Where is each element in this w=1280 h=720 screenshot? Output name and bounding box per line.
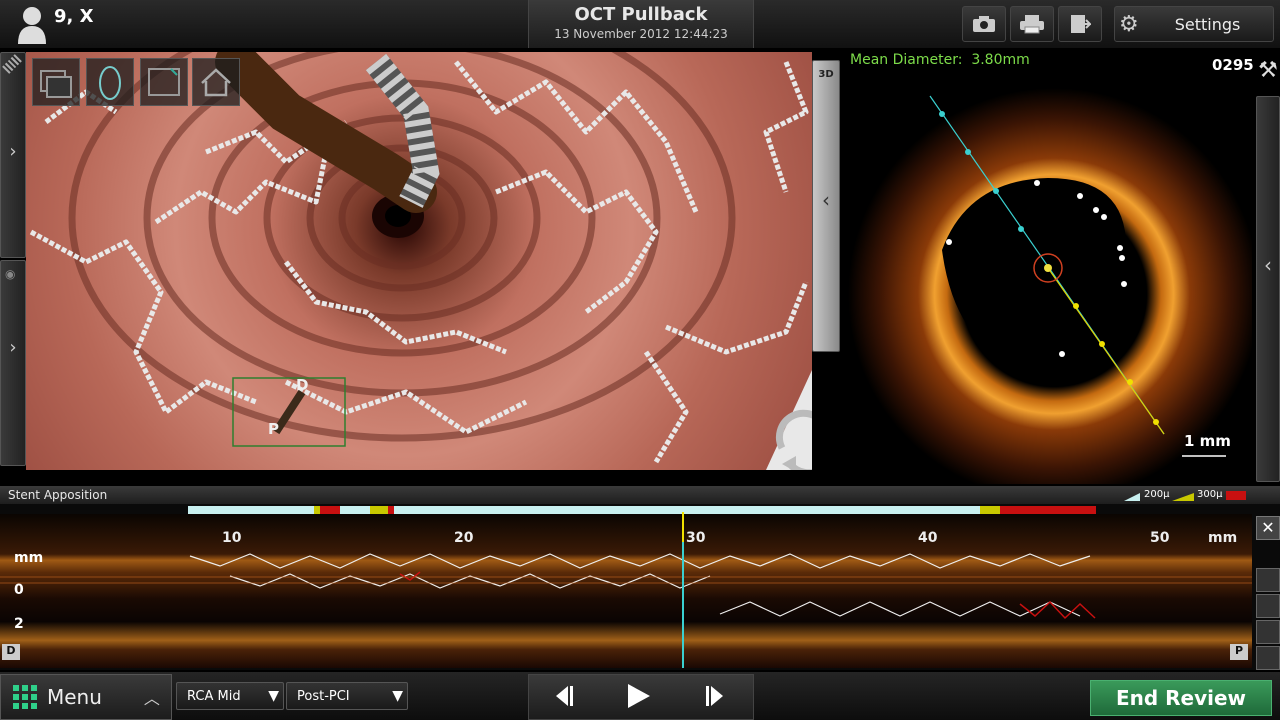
depth-label-0: 0 (14, 582, 24, 598)
stent-apposition-label: Stent Apposition (8, 488, 108, 502)
eye-icon: ◉ (5, 267, 16, 281)
step-forward-button[interactable] (700, 684, 732, 708)
lmode-struts (0, 553, 1252, 620)
lmode-tool-3[interactable] (1256, 620, 1280, 644)
lmode-tool-2[interactable] (1256, 594, 1280, 618)
right-side-panel-tab[interactable]: ‹ (1256, 96, 1280, 482)
rotate-button[interactable] (772, 408, 812, 470)
menu-label: Menu (47, 685, 102, 709)
datetime: 13 November 2012 12:44:23 (554, 27, 728, 41)
close-icon: ✕ (1261, 518, 1275, 537)
lmode-image[interactable] (0, 514, 1252, 668)
mm-label-top: mm (14, 550, 44, 566)
legend-red-swatch (1226, 491, 1246, 500)
grid-icon (13, 685, 37, 709)
print-button[interactable] (1010, 6, 1054, 42)
menu-button[interactable]: Menu ︿ (0, 674, 172, 720)
dropdown-arrow-icon: ▼ (268, 688, 279, 704)
stage-select[interactable]: Post-PCI ▼ (286, 682, 408, 710)
app-title: OCT Pullback (574, 4, 708, 25)
layers-view-button[interactable] (32, 58, 80, 106)
play-icon (628, 684, 650, 708)
chevron-right-icon: › (9, 337, 17, 358)
3d-mode-label: 3D (818, 69, 834, 80)
user-avatar-icon (16, 4, 48, 44)
chevron-up-icon: ︿ (143, 689, 160, 708)
step-back-icon (556, 686, 573, 706)
section-icon (148, 68, 180, 96)
tick-50: 50 (1150, 530, 1170, 546)
apposition-bar-yellow (370, 506, 388, 514)
legend-cyan-swatch (1124, 493, 1140, 501)
user-name: 9, X (54, 6, 94, 27)
marker-d: D (296, 376, 309, 394)
depth-label-2: 2 (14, 616, 24, 632)
play-button[interactable] (624, 682, 654, 710)
lmode-tool-1[interactable] (1256, 568, 1280, 592)
section-view-button[interactable] (140, 58, 188, 106)
printer-icon (1020, 15, 1044, 34)
vessel-view-button[interactable] (86, 58, 134, 106)
apposition-bar-red (388, 506, 394, 514)
home-view-button[interactable] (192, 58, 240, 106)
left-measure-tab[interactable]: › (0, 52, 26, 258)
tick-40: 40 (918, 530, 938, 546)
camera-icon (973, 16, 995, 32)
stage-select-value: Post-PCI (297, 688, 350, 704)
end-review-button[interactable]: End Review (1090, 680, 1272, 716)
ruler-icon (2, 54, 22, 74)
oct-cross-section[interactable]: Mean Diameter: 3.80mm 0295 1 mm (848, 50, 1260, 500)
frame-cursor-top (682, 512, 684, 542)
longitudinal-panel: Stent Apposition 200µ 300µ mm 0 2 10 20 … (0, 486, 1280, 670)
vessel-select[interactable]: RCA Mid ▼ (176, 682, 284, 710)
title-box: OCT Pullback 13 November 2012 12:44:23 (528, 0, 754, 48)
legend-300-label: 300µ (1197, 489, 1223, 500)
stent-apposition-header (0, 486, 1280, 504)
gear-icon: ⚙ (1119, 11, 1139, 37)
export-icon (1071, 15, 1091, 33)
apposition-bar-red (1000, 506, 1096, 514)
marker-p: P (268, 420, 279, 438)
rotate-icon (775, 409, 812, 470)
camera-button[interactable] (962, 6, 1006, 42)
settings-button[interactable]: ⚙ Settings (1114, 6, 1274, 42)
layers-icon (40, 70, 72, 98)
vessel-select-value: RCA Mid (187, 688, 241, 704)
tick-20: 20 (454, 530, 474, 546)
dropdown-arrow-icon: ▼ (392, 688, 403, 704)
legend-yellow-swatch (1172, 493, 1194, 501)
legend-200-label: 200µ (1144, 489, 1170, 500)
end-marker-p[interactable]: P (1230, 644, 1248, 660)
wrench-icon[interactable]: ⚒ (1258, 58, 1278, 88)
close-button[interactable]: ✕ (1256, 516, 1280, 540)
oct-image (848, 88, 1260, 500)
chevron-left-icon: ‹ (822, 188, 830, 212)
chevron-left-icon: ‹ (1264, 253, 1272, 277)
mean-diameter: Mean Diameter: 3.80mm (850, 52, 1030, 68)
export-button[interactable] (1058, 6, 1102, 42)
frame-number: 0295 (1212, 56, 1254, 74)
step-back-button[interactable] (548, 684, 580, 708)
mm-label-axis: mm (1208, 530, 1238, 546)
settings-label: Settings (1174, 14, 1241, 34)
vessel-icon (99, 66, 121, 100)
apposition-bar-red (320, 506, 340, 514)
step-forward-icon (706, 686, 723, 706)
lumen-render (29, 52, 812, 470)
lmode-tool-4[interactable] (1256, 646, 1280, 670)
tick-30: 30 (686, 530, 706, 546)
apposition-bar-yellow (980, 506, 1000, 514)
3d-side-panel-tab[interactable]: 3D ‹ (812, 60, 840, 352)
scale-label: 1 mm (1184, 432, 1231, 450)
home-icon (201, 68, 231, 97)
chevron-right-icon: › (9, 141, 17, 162)
left-visibility-tab[interactable]: ◉ › (0, 260, 26, 466)
tick-10: 10 (222, 530, 242, 546)
end-marker-d[interactable]: D (2, 644, 20, 660)
3d-lumen-view[interactable]: D P (26, 52, 812, 470)
